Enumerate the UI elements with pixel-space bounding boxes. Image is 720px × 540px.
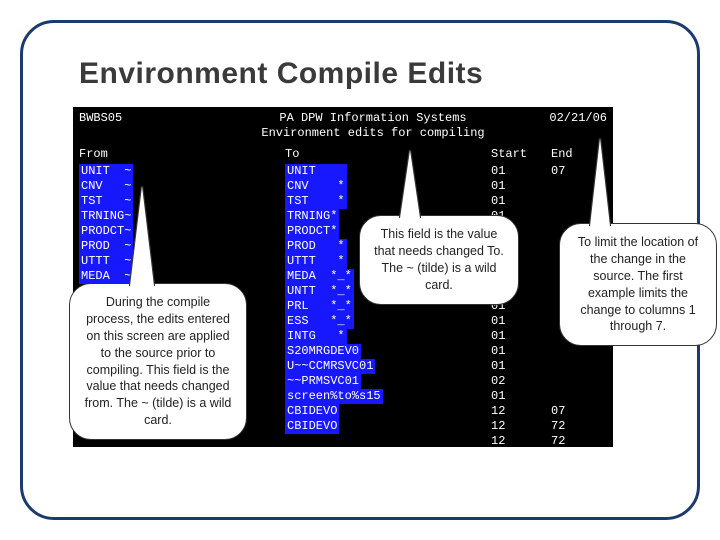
callout-pointer (400, 150, 420, 218)
table-row: TST ~TST *01 (79, 194, 607, 209)
table-row: PROD ~PROD *01 (79, 239, 607, 254)
table-row: UTTT ~UTTT *01 (79, 254, 607, 269)
column-headers: From To Start End (79, 147, 607, 162)
callout-text: This field is the value that needs chang… (374, 227, 504, 292)
col-to: To (285, 147, 491, 162)
callout-start-end-fields: To limit the location of the change in t… (559, 223, 717, 346)
screen-date: 02/21/06 (517, 111, 607, 126)
table-row: TRNING~TRNING*01 (79, 209, 607, 224)
table-row: UNIT ~UNIT 0107 (79, 164, 607, 179)
slide-frame: Environment Compile Edits BWBS05 PA DPW … (20, 20, 700, 520)
callout-to-field: This field is the value that needs chang… (359, 215, 519, 305)
col-start: Start (491, 147, 551, 162)
callout-from-field: During the compile process, the edits en… (69, 283, 247, 440)
table-row: MEDA ~MEDA *_*01 (79, 269, 607, 284)
callout-pointer (130, 186, 154, 286)
system-title: PA DPW Information Systems (229, 111, 517, 126)
callout-text: To limit the location of the change in t… (578, 235, 698, 333)
screen-subtitle: Environment edits for compiling (229, 126, 517, 141)
table-row: CNV ~CNV *01 (79, 179, 607, 194)
slide-title: Environment Compile Edits (79, 57, 483, 91)
col-from: From (79, 147, 285, 162)
callout-text: During the compile process, the edits en… (85, 295, 232, 427)
callout-pointer (590, 138, 610, 226)
col-end: End (551, 147, 595, 162)
table-row: PRODCT~PRODCT*01 (79, 224, 607, 239)
program-id: BWBS05 (79, 111, 229, 126)
